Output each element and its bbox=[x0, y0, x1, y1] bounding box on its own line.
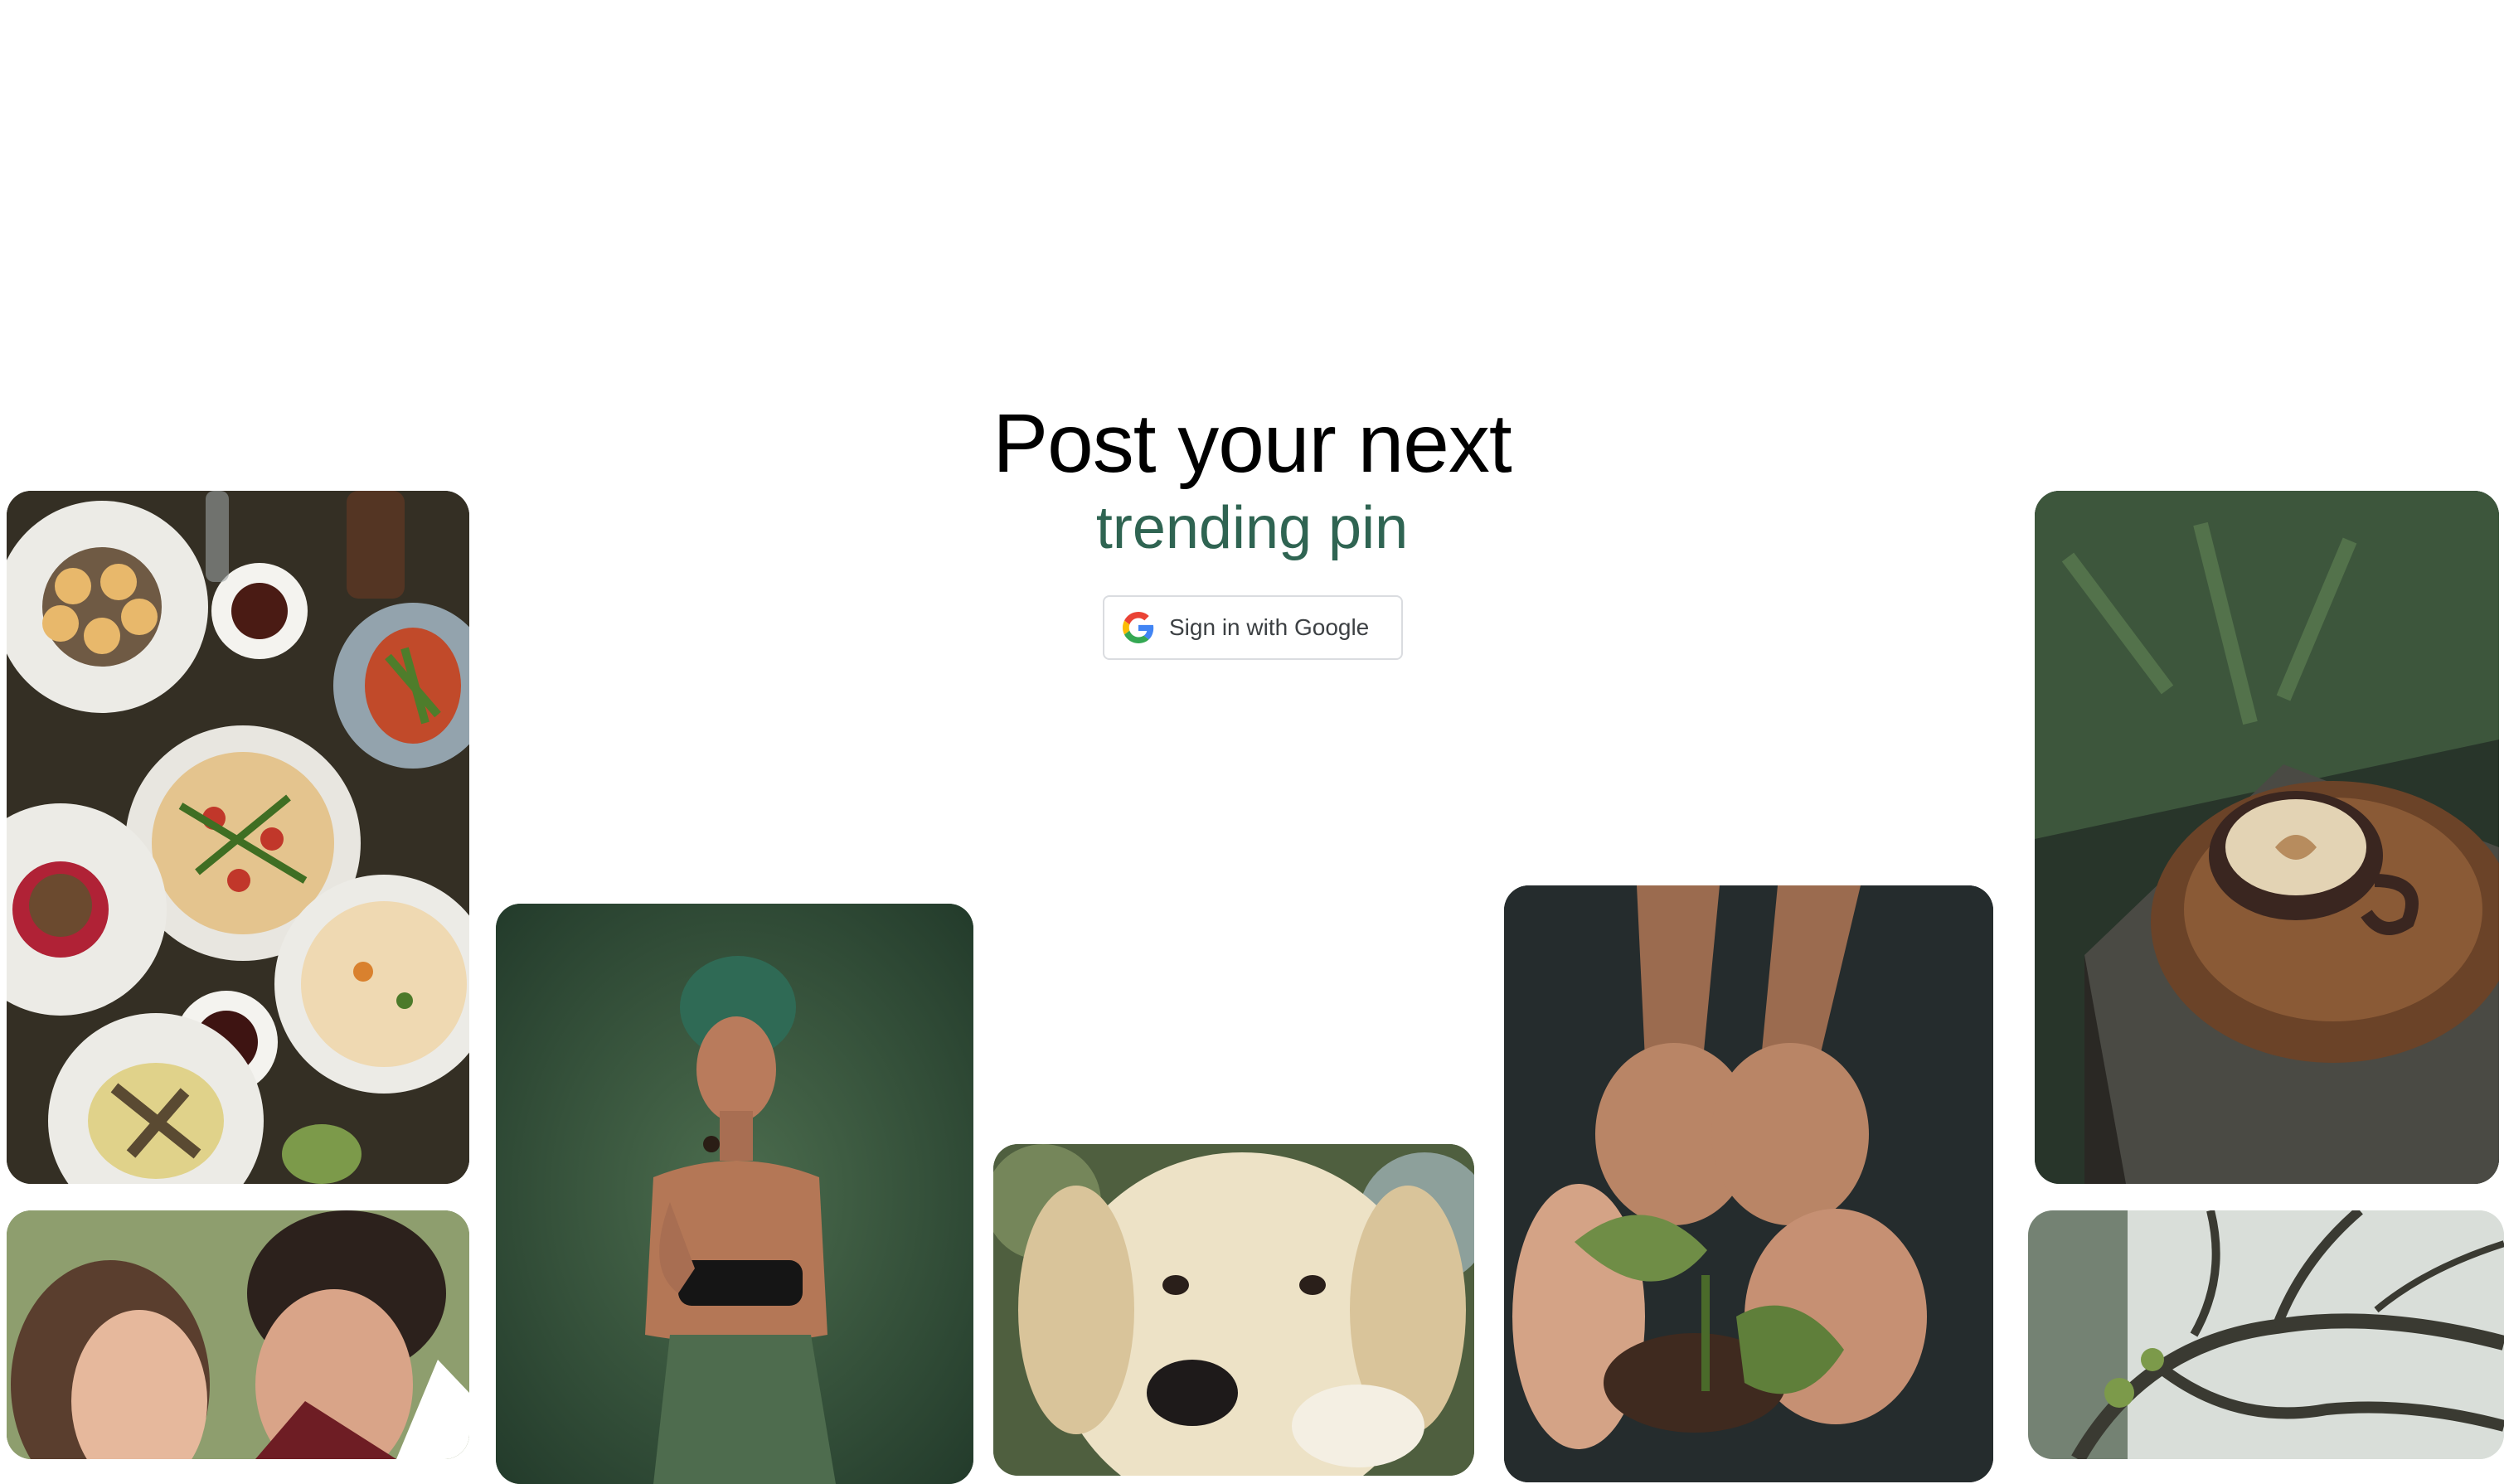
google-g-icon bbox=[1123, 612, 1154, 643]
hero-title: Post your next bbox=[992, 397, 1512, 490]
sign-in-with-google-button[interactable]: Sign in with Google bbox=[1103, 595, 1403, 660]
tree-image bbox=[2028, 1210, 2504, 1459]
coffee-cup-image bbox=[2035, 491, 2499, 1184]
couple-image bbox=[7, 1210, 469, 1459]
food-platter-image bbox=[7, 491, 469, 1184]
dog-image bbox=[993, 1144, 1474, 1476]
sign-in-label: Sign in with Google bbox=[1169, 614, 1370, 640]
woman-headwrap-image bbox=[496, 904, 973, 1484]
hands-plant-image bbox=[1504, 885, 1993, 1482]
